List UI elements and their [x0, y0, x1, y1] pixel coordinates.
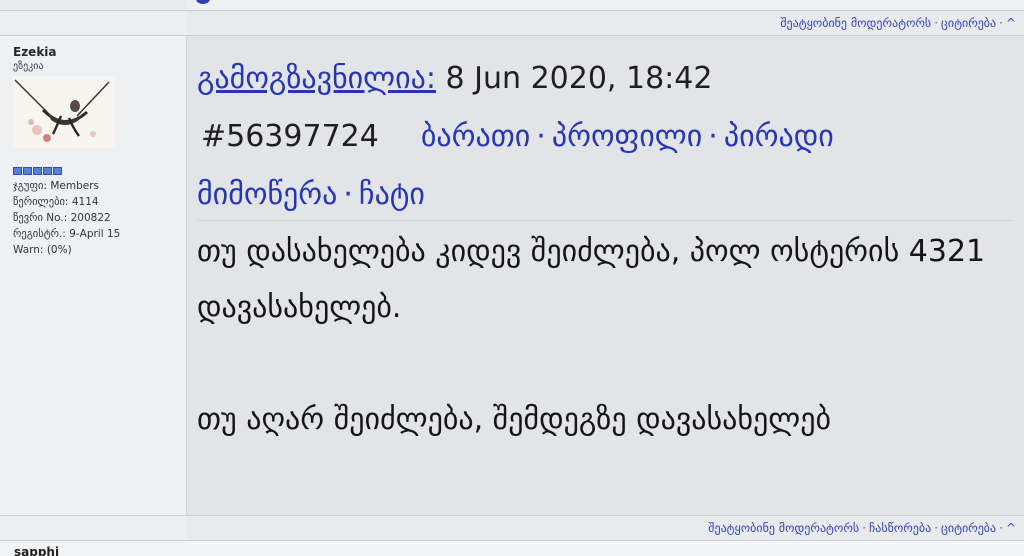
rank-dot: [43, 167, 52, 175]
post-id[interactable]: #56397724: [201, 119, 379, 154]
stat-posts: წერილები: 4114: [13, 196, 99, 208]
next-post-username[interactable]: sapphi: [14, 543, 59, 556]
chat-link[interactable]: ჩატი: [359, 177, 425, 212]
user-title: ეზეკია: [13, 61, 44, 72]
post-paragraph: თუ აღარ შეიძლება, შემდეგზე დავასახელებ: [197, 402, 831, 437]
profile-link[interactable]: პროფილი: [552, 119, 702, 154]
post-header: გამოგზავნილია: 8 Jun 2020, 18:42 #563977…: [197, 61, 834, 212]
avatar[interactable]: [13, 76, 115, 148]
scroll-top-icon[interactable]: ^: [1006, 521, 1016, 535]
user-info-panel: Ezekia ეზეკია ჯგუფი: Members წერილები: 4…: [0, 36, 187, 515]
card-link[interactable]: ბარათი: [421, 119, 530, 154]
report-moderator-link[interactable]: შეატყობინე მოდერატორს: [780, 16, 931, 30]
sent-label-link[interactable]: გამოგზავნილია:: [197, 61, 436, 96]
post-action-bar-top: შეატყობინე მოდერატორს · ციტირება · ^: [0, 10, 1024, 36]
post-action-bar-bottom: შეატყობინე მოდერატორს · ჩასწორება · ციტირება…: [0, 515, 1024, 541]
post-content-panel: გამოგზავნილია: 8 Jun 2020, 18:42 #563977…: [187, 36, 1024, 515]
stat-group: ჯგუფი: Members: [13, 180, 100, 192]
rank-dot: [13, 167, 22, 175]
next-post-remnant: sapphi: [0, 541, 1024, 556]
rank-dot: [33, 167, 42, 175]
quote-link[interactable]: ციტირება: [941, 521, 996, 535]
rank-dot: [23, 167, 32, 175]
post-divider: [197, 220, 1012, 221]
stat-member-number: წევრი No.: 200822: [13, 212, 111, 224]
scroll-top-icon[interactable]: ^: [1006, 16, 1016, 30]
warn-level-link[interactable]: (0%): [47, 244, 72, 256]
report-moderator-link[interactable]: შეატყობინე მოდერატორს: [708, 521, 859, 535]
stat-registered: რეგისტრ.: 9-April 15: [13, 228, 121, 240]
action-links: შეატყობინე მოდერატორს · ციტირება · ^: [780, 16, 1016, 30]
previous-post-remnant: [0, 0, 1024, 10]
stat-warn: Warn: (0%): [13, 244, 72, 256]
username[interactable]: Ezekia: [13, 45, 57, 59]
post-date: 8 Jun 2020, 18:42: [445, 61, 713, 96]
post-body: თუ დასახელება კიდევ შეიძლება, პოლ ოსტერი…: [197, 224, 1012, 448]
rank-indicator: [13, 167, 62, 175]
user-stats: ჯგუფი: Members წერილები: 4114 წევრი No.:…: [13, 178, 120, 258]
action-links: შეატყობინე მოდერატორს · ჩასწორება · ციტირება…: [708, 521, 1016, 535]
post-paragraph: თუ დასახელება კიდევ შეიძლება, პოლ ოსტერი…: [197, 234, 986, 325]
forum-post: Ezekia ეზეკია ჯგუფი: Members წერილები: 4…: [0, 36, 1024, 515]
avatar-hammock-illustration: [13, 76, 115, 148]
previous-post-fragment: [196, 0, 210, 4]
forum-page: შეატყობინე მოდერატორს · ციტირება · ^ Ezekia …: [0, 0, 1024, 556]
rank-dot: [53, 167, 62, 175]
edit-link[interactable]: ჩასწორება: [869, 521, 931, 535]
quote-link[interactable]: ციტირება: [941, 16, 996, 30]
